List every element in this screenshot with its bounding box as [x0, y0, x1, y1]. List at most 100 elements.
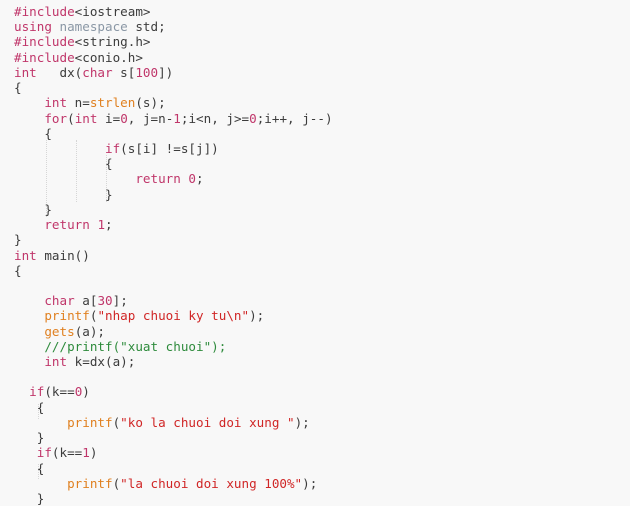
- code-line[interactable]: if(k==0): [14, 384, 630, 399]
- code-line[interactable]: [14, 369, 630, 384]
- token-plain: s[: [112, 64, 136, 80]
- code-line[interactable]: int k=dx(a);: [14, 354, 630, 369]
- code-editor[interactable]: #include<iostream> using namespace std; #i…: [0, 0, 630, 506]
- code-line[interactable]: ///printf("xuat chuoi");: [14, 339, 630, 354]
- token-number: 1: [97, 217, 106, 233]
- code-line[interactable]: int dx(char s[100]): [14, 65, 630, 80]
- code-line[interactable]: printf("ko la chuoi doi xung ");: [14, 415, 630, 430]
- token-keyword: int: [44, 354, 68, 370]
- token-plain: (s[i] !=s[j]): [120, 140, 219, 156]
- token-number: 0: [120, 110, 128, 126]
- code-line[interactable]: if(s[i] !=s[j]): [14, 141, 630, 156]
- code-line[interactable]: {: [14, 80, 630, 95]
- code-line[interactable]: }: [14, 430, 630, 445]
- token-function: printf: [67, 414, 113, 430]
- token-plain: }: [14, 201, 52, 217]
- token-plain: {: [14, 156, 113, 172]
- token-plain: (: [67, 110, 75, 126]
- token-string: "ko la chuoi doi xung ": [120, 414, 295, 430]
- token-plain: i=: [97, 110, 121, 126]
- token-comment: ///printf("xuat chuoi");: [44, 338, 227, 354]
- token-plain: {: [14, 125, 52, 141]
- token-plain: , j=n-: [127, 110, 174, 126]
- token-plain: (a);: [74, 323, 106, 339]
- token-plain: {: [14, 399, 45, 415]
- code-line[interactable]: {: [14, 156, 630, 171]
- code-line[interactable]: return 1;: [14, 217, 630, 232]
- token-keyword: int: [44, 95, 68, 111]
- token-function: strlen: [89, 95, 136, 111]
- token-number: 30: [97, 293, 113, 309]
- token-preproc: #include: [14, 4, 75, 19]
- token-keyword: char: [82, 64, 113, 80]
- code-line[interactable]: {: [14, 461, 630, 476]
- token-plain: <iostream>: [74, 4, 151, 19]
- token-keyword: return: [135, 171, 181, 187]
- token-plain: ];: [112, 293, 128, 309]
- token-keyword: if: [29, 384, 45, 400]
- token-plain: (s);: [135, 95, 166, 111]
- token-keyword: int: [74, 110, 98, 126]
- token-plain: main(): [36, 247, 90, 263]
- code-line[interactable]: {: [14, 263, 630, 278]
- token-plain: );: [294, 414, 310, 430]
- token-plain: {: [14, 262, 22, 278]
- token-plain: {: [14, 80, 22, 96]
- token-keyword: int: [14, 247, 37, 263]
- code-line[interactable]: using namespace std;: [14, 19, 630, 34]
- token-keyword: char: [44, 293, 75, 309]
- code-content[interactable]: #include<iostream> using namespace std; #i…: [14, 4, 630, 506]
- code-line[interactable]: #include<iostream>: [14, 4, 630, 19]
- code-line[interactable]: #include<string.h>: [14, 34, 630, 49]
- code-line[interactable]: for(int i=0, j=n-1;i<n, j>=0;i++, j--): [14, 111, 630, 126]
- token-plain: ]): [158, 64, 174, 80]
- code-line[interactable]: }: [14, 202, 630, 217]
- code-line[interactable]: }: [14, 491, 630, 506]
- token-number: 1: [82, 445, 90, 461]
- code-line[interactable]: int n=strlen(s);: [14, 95, 630, 110]
- token-number: 0: [188, 171, 197, 187]
- code-line[interactable]: gets(a);: [14, 324, 630, 339]
- token-function: printf: [44, 308, 90, 324]
- token-plain: );: [302, 475, 318, 491]
- code-line[interactable]: int main(): [14, 248, 630, 263]
- token-plain: (k==: [44, 384, 75, 400]
- token-preproc: #include: [14, 34, 75, 50]
- token-plain: ;i++, j--): [256, 110, 333, 126]
- code-line[interactable]: return 0;: [14, 171, 630, 186]
- token-string: "nhap chuoi ky tu\n": [97, 308, 250, 324]
- token-plain: ;i<n, j>=: [180, 110, 250, 126]
- code-surface[interactable]: #include<iostream> using namespace std; #i…: [0, 0, 630, 506]
- code-line[interactable]: {: [14, 126, 630, 141]
- token-plain: dx(: [36, 64, 83, 80]
- token-plain: ): [89, 445, 98, 461]
- token-plain: ): [82, 384, 90, 400]
- code-line[interactable]: #include<conio.h>: [14, 50, 630, 65]
- code-line[interactable]: printf("nhap chuoi ky tu\n");: [14, 308, 630, 323]
- code-line[interactable]: [14, 278, 630, 293]
- token-number: 0: [249, 110, 257, 126]
- code-line[interactable]: char a[30];: [14, 293, 630, 308]
- token-preproc: #include: [14, 49, 75, 65]
- token-plain: }: [14, 232, 22, 248]
- code-line[interactable]: {: [14, 400, 630, 415]
- token-plain: a[: [74, 293, 98, 309]
- token-number: 1: [173, 110, 181, 126]
- token-plain: {: [14, 460, 45, 476]
- token-keyword: return: [44, 217, 90, 233]
- token-plain: n=: [67, 95, 90, 111]
- token-plain: }: [14, 430, 45, 446]
- code-line[interactable]: printf("la chuoi doi xung 100%");: [14, 476, 630, 491]
- code-line[interactable]: if(k==1): [14, 445, 630, 460]
- code-line[interactable]: }: [14, 232, 630, 247]
- code-line[interactable]: }: [14, 187, 630, 202]
